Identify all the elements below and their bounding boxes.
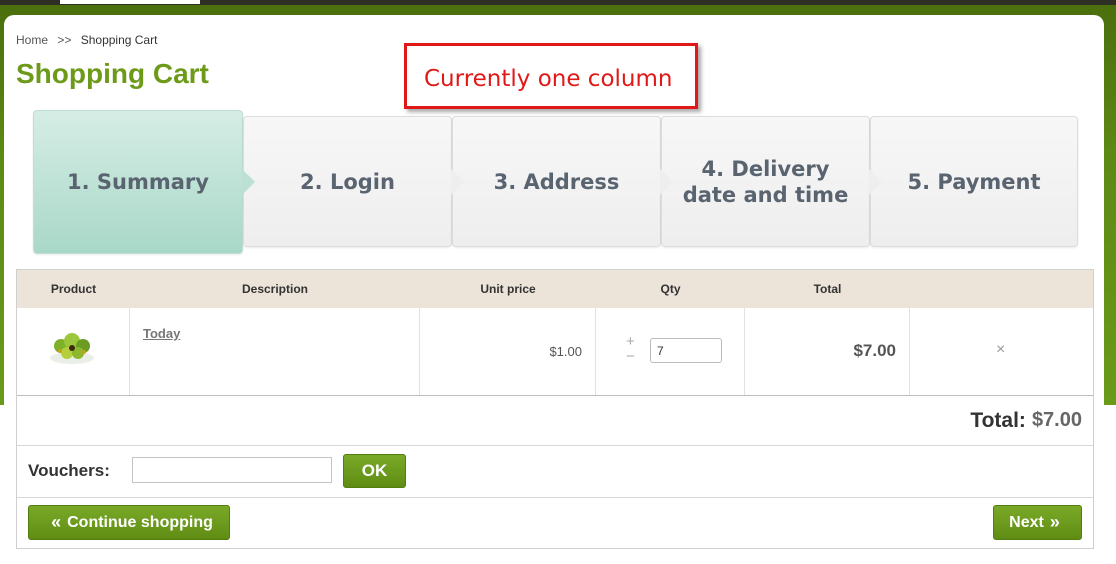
breadcrumb-current: Shopping Cart [80,33,158,47]
step-label-line: 4. Delivery [701,156,830,181]
continue-shopping-button[interactable]: « Continue shopping [28,505,230,540]
description-cell: Today [130,308,420,395]
unit-price-cell: $1.00 [420,308,596,395]
breadcrumb-home-link[interactable]: Home [16,33,48,47]
step-arrow-icon [242,169,255,195]
step-arrow-icon [451,168,464,195]
step-label: 3. Address [494,169,620,195]
voucher-row: Vouchers: OK [17,446,1093,498]
next-label: Next [1009,513,1044,531]
step-payment[interactable]: 5. Payment [870,116,1078,247]
grand-total-value: $7.00 [1031,409,1082,431]
table-row: Today $1.00 + − $7.00 × [17,308,1093,396]
product-name-link[interactable]: Today [143,326,180,341]
step-label-line: date and time [682,182,849,207]
step-label: 2. Login [300,169,395,195]
header-unit-price: Unit price [480,282,536,296]
total-cell: $7.00 [745,308,910,395]
step-address[interactable]: 3. Address [452,116,673,247]
product-cell [17,308,130,395]
checkout-steps: 1. Summary 2. Login 3. Address 4. Delive… [33,110,1078,255]
step-delivery[interactable]: 4. Delivery date and time [661,116,882,247]
step-label: 4. Delivery date and time [683,156,849,208]
step-label-line: 5. Payment [907,169,1041,194]
unit-price-value: $1.00 [549,344,582,359]
step-arrow-icon [660,168,673,195]
step-login[interactable]: 2. Login [243,116,464,247]
step-label: 5. Payment [907,169,1040,195]
close-icon[interactable]: × [996,341,1005,359]
delete-cell: × [910,308,1093,395]
qty-decrease-button[interactable]: − [626,349,635,364]
qty-input[interactable] [650,338,722,363]
continue-shopping-label: Continue shopping [67,513,213,531]
header-description: Description [241,282,308,296]
row-total-value: $7.00 [853,341,896,360]
header-product: Product [50,282,97,296]
step-label: 1. Summary [67,169,209,195]
qty-increase-button[interactable]: + [626,334,635,349]
double-chevron-left-icon: « [51,512,62,532]
step-summary[interactable]: 1. Summary [33,110,255,254]
annotation-box: Currently one column [404,43,698,109]
step-label-line: 2. Login [300,169,395,194]
grand-total-row: Total: $7.00 [17,396,1093,446]
next-button[interactable]: Next » [993,505,1082,540]
double-chevron-right-icon: » [1049,512,1060,532]
top-nav-tab[interactable] [60,0,200,4]
voucher-input[interactable] [132,457,332,483]
step-label-line: 3. Address [493,169,620,194]
breadcrumb: Home >> Shopping Cart [16,33,157,47]
voucher-ok-button[interactable]: OK [343,454,406,488]
cart-table: Product Description Unit price Qty Total… [16,269,1094,549]
page-title: Shopping Cart [16,58,209,89]
annotation-text: Currently one column [424,66,673,92]
header-qty: Qty [660,282,681,296]
step-label-line: 1. Summary [67,170,209,194]
header-total: Total [813,282,842,296]
nav-row: « Continue shopping Next » [17,498,1093,548]
fruit-basket-icon[interactable] [47,326,97,366]
qty-cell: + − [596,308,745,395]
step-arrow-icon [869,168,882,195]
grand-total-label: Total: [970,408,1026,432]
cart-header-row: Product Description Unit price Qty Total [17,270,1093,308]
voucher-label: Vouchers: [28,461,110,480]
breadcrumb-separator: >> [57,33,72,47]
